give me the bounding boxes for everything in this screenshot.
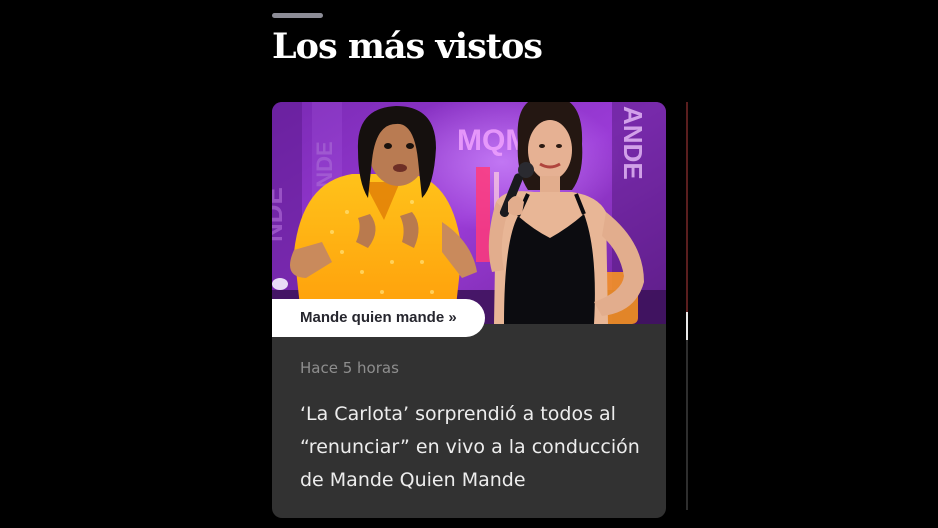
category-link[interactable]: Mande quien mande » (272, 299, 485, 337)
section-title: Los más vistos (272, 26, 543, 67)
svg-text:NDE: NDE (272, 187, 288, 242)
headline-link[interactable]: ‘La Carlota’ sorprendió a todos al “renu… (300, 398, 650, 497)
timestamp: Hace 5 horas (300, 359, 399, 377)
next-card-peek[interactable] (686, 102, 688, 510)
svg-text:ANDE: ANDE (618, 106, 648, 180)
section-accent-bar (272, 13, 323, 18)
news-card[interactable]: MQM ANDE NDE MANDE Mande quien mande » H… (272, 102, 666, 518)
news-card-image[interactable]: MQM ANDE NDE MANDE (272, 102, 666, 324)
most-viewed-section: Los más vistos MQM ANDE NDE MANDE Mande … (0, 0, 938, 528)
